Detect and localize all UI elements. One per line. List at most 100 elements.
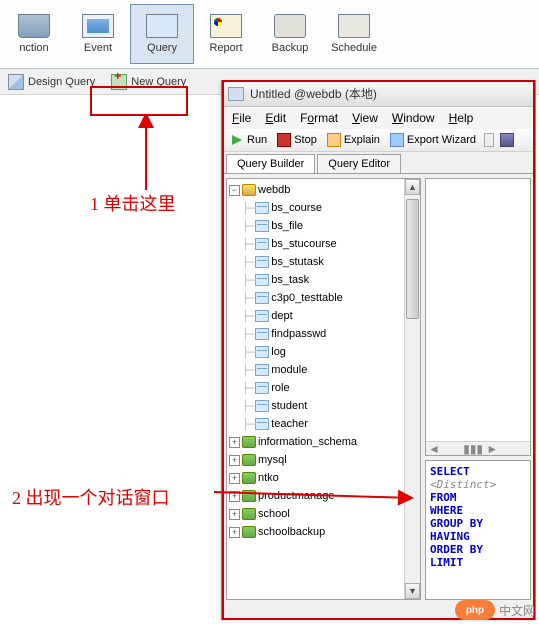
sql-preview: SELECT <Distinct>FROMWHEREGROUP BYHAVING… (425, 460, 531, 600)
tree-db-item[interactable]: information_schema (229, 433, 418, 451)
annotation-arrow-2 (212, 480, 422, 510)
query-label: Query (147, 42, 177, 54)
tab-query-builder[interactable]: Query Builder (226, 154, 315, 173)
main-toolbar: nction Event Query Report Backup Schedul… (0, 0, 539, 69)
database-icon (242, 184, 256, 196)
db-tree-pane: webdb├─bs_course├─bs_file├─bs_stucourse├… (226, 178, 421, 600)
sql-keyword: HAVING (430, 530, 470, 543)
toggle-icon[interactable] (229, 437, 240, 448)
report-label: Report (209, 42, 242, 54)
new-query-button[interactable]: New Query (107, 72, 190, 92)
table-icon (255, 400, 269, 412)
diagram-area[interactable]: ◄ ▮▮▮ ► (425, 178, 531, 456)
tree-db-item[interactable]: schoolbackup (229, 523, 418, 541)
table-icon (255, 418, 269, 430)
design-query-button[interactable]: Design Query (4, 72, 99, 92)
tree-table-item[interactable]: ├─dept (229, 307, 418, 325)
window-titlebar[interactable]: Untitled @webdb (本地) (222, 81, 535, 107)
tree-table-item[interactable]: ├─bs_task (229, 271, 418, 289)
query-window: Untitled @webdb (本地) File Edit Format Vi… (221, 80, 536, 620)
menu-format[interactable]: Format (294, 109, 344, 127)
extra-action-icon[interactable] (484, 133, 494, 147)
explain-button[interactable]: Explain (325, 132, 382, 148)
tree-table-item[interactable]: ├─module (229, 361, 418, 379)
tree-table-item[interactable]: ├─findpasswd (229, 325, 418, 343)
table-icon (255, 328, 269, 340)
menu-help[interactable]: Help (443, 109, 480, 127)
toggle-icon[interactable] (229, 509, 240, 520)
annotation-arrow-1 (136, 116, 156, 192)
tabs-bar: Query Builder Query Editor (222, 152, 535, 173)
report-button[interactable]: Report (194, 4, 258, 64)
backup-button[interactable]: Backup (258, 4, 322, 64)
tree-label: bs_course (271, 202, 322, 214)
design-query-icon (8, 74, 24, 90)
query-button[interactable]: Query (130, 4, 194, 64)
event-button[interactable]: Event (66, 4, 130, 64)
annotation-step1: 1 单击这里 (90, 190, 176, 216)
menu-bar: File Edit Format View Window Help (222, 107, 535, 129)
tree-table-item[interactable]: ├─bs_stucourse (229, 235, 418, 253)
scroll-down-icon[interactable]: ▼ (405, 583, 420, 599)
tree-table-item[interactable]: ├─log (229, 343, 418, 361)
toggle-icon[interactable] (229, 527, 240, 538)
tree-table-item[interactable]: ├─bs_file (229, 217, 418, 235)
tree-scrollbar[interactable]: ▲ ▼ (404, 179, 420, 599)
explain-label: Explain (344, 134, 380, 146)
window-title: Untitled @webdb (本地) (250, 85, 377, 102)
tree-table-item[interactable]: ├─c3p0_testtable (229, 289, 418, 307)
schedule-icon (338, 14, 370, 38)
menu-window[interactable]: Window (386, 109, 441, 127)
run-button[interactable]: Run (228, 132, 269, 148)
scroll-thumb[interactable] (406, 199, 419, 319)
stop-button[interactable]: Stop (275, 132, 319, 148)
tree-label: bs_stutask (271, 256, 324, 268)
query-icon (146, 14, 178, 38)
tree-db-item[interactable]: mysql (229, 451, 418, 469)
scroll-up-icon[interactable]: ▲ (405, 179, 420, 195)
event-label: Event (84, 42, 112, 54)
table-icon (255, 292, 269, 304)
table-icon (255, 256, 269, 268)
stop-label: Stop (294, 134, 317, 146)
new-query-label: New Query (131, 76, 186, 88)
tab-query-editor[interactable]: Query Editor (317, 154, 401, 173)
horizontal-scrollbar[interactable]: ◄ ▮▮▮ ► (426, 441, 530, 455)
connection-button[interactable]: nction (2, 4, 66, 64)
schedule-button[interactable]: Schedule (322, 4, 386, 64)
sql-keyword: GROUP BY (430, 517, 483, 530)
report-icon (210, 14, 242, 38)
menu-file[interactable]: File (226, 109, 257, 127)
tree-label: module (271, 364, 307, 376)
toggle-icon[interactable] (229, 455, 240, 466)
watermark-text: 中文网 (499, 602, 535, 619)
save-icon[interactable] (500, 133, 514, 147)
table-icon (255, 364, 269, 376)
sql-keyword: WHERE (430, 504, 463, 517)
tree-table-item[interactable]: ├─student (229, 397, 418, 415)
window-icon (228, 87, 244, 101)
stop-icon (277, 133, 291, 147)
schedule-label: Schedule (331, 42, 377, 54)
php-badge-icon: php (455, 600, 495, 620)
split-area: webdb├─bs_course├─bs_file├─bs_stucourse├… (222, 174, 535, 604)
tree-label: bs_file (271, 220, 303, 232)
table-icon (255, 274, 269, 286)
database-icon (242, 454, 256, 466)
tree-table-item[interactable]: ├─role (229, 379, 418, 397)
tree-db-root[interactable]: webdb (229, 181, 418, 199)
tree-table-item[interactable]: ├─bs_course (229, 199, 418, 217)
design-query-label: Design Query (28, 76, 95, 88)
sql-keyword: ORDER BY (430, 543, 483, 556)
watermark: php 中文网 (455, 600, 535, 620)
tree-table-item[interactable]: ├─bs_stutask (229, 253, 418, 271)
menu-edit[interactable]: Edit (259, 109, 292, 127)
tree-table-item[interactable]: ├─teacher (229, 415, 418, 433)
toggle-icon[interactable] (229, 185, 240, 196)
annotation-step2: 2 出现一个对话窗口 (12, 484, 170, 510)
export-wizard-button[interactable]: Export Wizard (388, 132, 478, 148)
tree-label: log (271, 346, 286, 358)
menu-view[interactable]: View (346, 109, 384, 127)
right-pane: ◄ ▮▮▮ ► SELECT <Distinct>FROMWHEREGROUP … (425, 178, 531, 600)
tree-label: bs_stucourse (271, 238, 336, 250)
